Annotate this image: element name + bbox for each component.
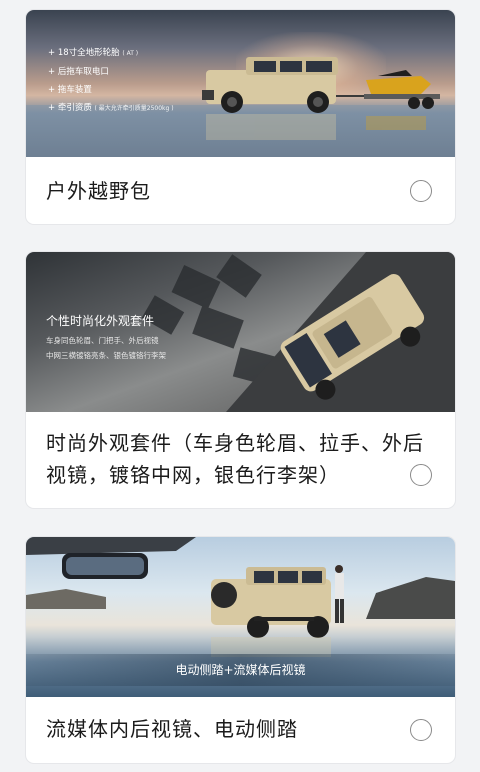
option-card-style-kit[interactable]: 个性时尚化外观套件 车身同色轮眉、门把手、外后视镜 中网三横镀铬亮条、银色镀铬行… <box>26 252 455 508</box>
feature-item: + 后拖车取电口 <box>48 67 109 77</box>
suv-illustration <box>211 567 331 638</box>
feature-item: + 18寸全地形轮胎 ( AT ) <box>48 48 139 58</box>
select-radio[interactable] <box>410 180 432 202</box>
option-card-offroad-pack[interactable]: + 18寸全地形轮胎 ( AT ) + 后拖车取电口 + 拖车装置 + 牵引资质… <box>26 10 455 224</box>
offroad-pack-photo: + 18寸全地形轮胎 ( AT ) + 后拖车取电口 + 拖车装置 + 牵引资质… <box>26 10 455 157</box>
option-title: 户外越野包 <box>46 179 151 203</box>
style-kit-photo: 个性时尚化外观套件 车身同色轮眉、门把手、外后视镜 中网三横镀铬亮条、银色镀铬行… <box>26 252 455 412</box>
mirror-steps-photo: 电动侧踏+流媒体后视镜 <box>26 537 455 697</box>
select-radio[interactable] <box>410 464 432 486</box>
option-title: 流媒体内后视镜、电动侧踏 <box>46 717 298 741</box>
option-title-line: 时尚外观套件（车身色轮眉、拉手、外后 <box>46 431 424 455</box>
overlay-subtitle: 中网三横镀铬亮条、银色镀铬行李架 <box>46 351 166 360</box>
suv-illustration <box>202 57 338 113</box>
feature-item: + 牵引资质 ( 最大允许牵引质量2500kg ) <box>48 103 174 113</box>
overlay-title: 个性时尚化外观套件 <box>46 314 155 328</box>
feature-item: + 拖车装置 <box>48 85 92 95</box>
select-radio[interactable] <box>410 719 432 741</box>
option-title-line: 视镜，镀铬中网，银色行李架） <box>46 463 340 487</box>
jetski-trailer-illustration <box>336 70 440 109</box>
person-illustration <box>335 565 344 623</box>
photo-banner: 电动侧踏+流媒体后视镜 <box>26 654 455 686</box>
option-card-mirror-steps[interactable]: 电动侧踏+流媒体后视镜 流媒体内后视镜、电动侧踏 <box>26 537 455 763</box>
overlay-subtitle: 车身同色轮眉、门把手、外后视镜 <box>46 336 159 345</box>
style-scene-illustration <box>141 252 455 412</box>
